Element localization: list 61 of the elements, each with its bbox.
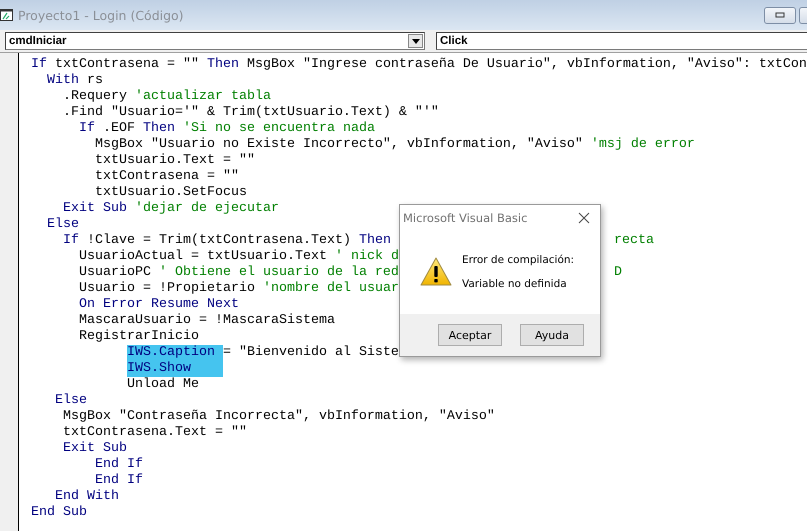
code-keyword: If [63, 233, 79, 248]
code-text: txtUsuario.Text = "" [95, 153, 255, 168]
code-text: txtContrasena.Text = "" [63, 425, 247, 440]
object-dropdown[interactable]: cmdIniciar [5, 32, 425, 50]
code-keyword: End With [55, 489, 119, 504]
warning-icon [420, 257, 452, 286]
code-keyword: End If [95, 473, 143, 488]
window-title: Proyecto1 - Login (Código) [18, 8, 184, 22]
code-keyword: Exit Sub [63, 201, 127, 216]
selected-code: IWS.Caption [126, 345, 223, 361]
code-keyword: Exit Sub [63, 441, 127, 456]
code-keyword: Else [55, 393, 87, 408]
code-text: MsgBox "Usuario no Existe Incorrecto", vbInformation, "Aviso" [95, 137, 584, 152]
code-comment: 'nombre del usuar [262, 281, 399, 296]
code-text: MascaraUsuario = !MascaraSistema [79, 313, 335, 328]
code-comment: 'actualizar tabla [134, 89, 271, 104]
code-keyword: Else [47, 217, 79, 232]
code-keyword: Then [143, 121, 175, 136]
code-text: rs [87, 73, 103, 88]
code-comment: 'Si no se encuentra nada [183, 121, 375, 136]
code-keyword: If [31, 57, 47, 72]
error-message: Variable no definida [462, 278, 568, 290]
code-keyword: End Sub [31, 505, 87, 520]
code-text: .Find "Usuario='" & Trim(txtUsuario.Text) & "'" [63, 105, 439, 120]
code-comment: recta [614, 233, 654, 248]
code-text: UsuarioPC [79, 265, 152, 280]
minimize-icon [775, 12, 785, 18]
code-text: RegistrarInicio [79, 329, 199, 344]
code-comment: 'dejar de ejecutar [135, 201, 279, 216]
procedure-dropdown[interactable]: Click [436, 32, 807, 50]
code-text: txtUsuario.SetFocus [95, 185, 247, 200]
code-keyword: End If [95, 457, 143, 472]
code-text: Usuario = !Propietario [79, 281, 256, 296]
code-comment: ' nick d [334, 249, 399, 264]
minimize-button[interactable] [764, 6, 796, 24]
code-text: .EOF [103, 121, 136, 136]
maximize-button[interactable] [799, 6, 807, 24]
error-heading: Error de compilación: [462, 254, 574, 266]
help-button[interactable]: Ayuda [520, 324, 584, 346]
code-text: .Requery [63, 89, 128, 104]
code-keyword: Then [206, 57, 239, 72]
code-text: txtContrasena = "" [95, 169, 239, 184]
code-text: txtContrasena = "" [55, 57, 200, 72]
selected-code: IWS.Show [126, 361, 223, 377]
code-text: Unload Me [126, 377, 199, 392]
code-text: MsgBox "Ingrese contraseña De Usuario", vbInformation, "Aviso": txtCon [246, 57, 807, 72]
dialog-title: Microsoft Visual Basic [403, 211, 528, 225]
code-text: !Clave = Trim(txtContrasena.Text) [87, 233, 352, 248]
code-text: = "Bienvenido al Siste [222, 345, 399, 360]
code-text: UsuarioActual = txtUsuario.Text [79, 249, 328, 264]
close-icon[interactable] [578, 212, 590, 224]
accept-button[interactable]: Aceptar [438, 324, 502, 346]
code-keyword: On Error Resume Next [79, 297, 239, 312]
code-comment: D [614, 265, 622, 280]
code-keyword: If [79, 121, 95, 136]
code-comment: ' Obtiene el usuario de la red [158, 265, 399, 280]
code-text: MsgBox "Contraseña Incorrecta", vbInformation, "Aviso" [63, 409, 495, 424]
code-keyword: With [47, 73, 79, 88]
code-comment: 'msj de error [590, 137, 695, 152]
code-window-icon [0, 8, 14, 22]
code-keyword: Then [358, 233, 391, 248]
